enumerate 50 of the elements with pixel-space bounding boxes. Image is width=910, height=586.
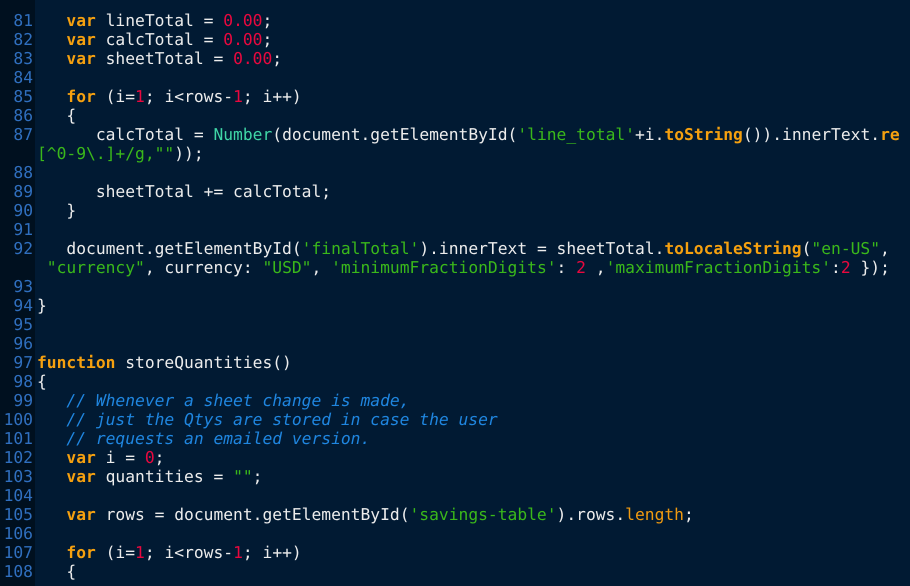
line-number: 83 bbox=[13, 49, 33, 68]
code-line: } bbox=[65, 201, 76, 220]
line-number: 89 bbox=[13, 182, 33, 201]
line-number: 95 bbox=[13, 315, 33, 334]
line-number: 98 bbox=[13, 372, 33, 391]
line-number: 92 bbox=[13, 239, 33, 258]
line-number: 107 bbox=[4, 543, 33, 562]
code-line: var calcTotal = 0.00; bbox=[65, 30, 272, 49]
code-line: var sheetTotal = 0.00; bbox=[65, 49, 282, 68]
code-line: for (i=1; i<rows-1; i++) bbox=[65, 87, 302, 106]
code-line: [^0-9\.]+/g,"")); bbox=[37, 144, 204, 163]
line-number: 103 bbox=[4, 467, 33, 486]
code-line: var lineTotal = 0.00; bbox=[65, 11, 272, 30]
line-number: 94 bbox=[13, 296, 33, 315]
code-line: var quantities = ""; bbox=[65, 467, 262, 486]
code-line: for (i=1; i<rows-1; i++) bbox=[65, 543, 302, 562]
code-line: function storeQuantities() bbox=[37, 353, 292, 372]
line-number: 96 bbox=[13, 334, 33, 353]
code-line: // Whenever a sheet change is made, bbox=[65, 391, 410, 410]
line-number: 99 bbox=[13, 391, 33, 410]
line-number: 88 bbox=[13, 163, 33, 182]
code-line: document.getElementById('finalTotal').innerText = sheetTotal.toLocaleString("en-US", bbox=[65, 239, 890, 258]
line-number: 82 bbox=[13, 30, 33, 49]
code-line: var rows = document.getElementById('savings-table').rows.length; bbox=[65, 505, 694, 524]
line-number: 84 bbox=[13, 68, 33, 87]
line-number: 105 bbox=[4, 505, 33, 524]
line-number: 87 bbox=[13, 125, 33, 144]
line-number: 86 bbox=[13, 106, 33, 125]
line-number: 100 bbox=[4, 410, 33, 429]
line-number: 81 bbox=[13, 11, 33, 30]
line-number: 108 bbox=[4, 562, 33, 581]
code-line: // requests an emailed version. bbox=[65, 429, 370, 448]
code-line: { bbox=[65, 106, 76, 125]
line-number: 106 bbox=[4, 524, 33, 543]
code-line: var i = 0; bbox=[65, 448, 164, 467]
code-line: // just the Qtys are stored in case the user bbox=[65, 410, 498, 429]
code-line: { bbox=[65, 562, 76, 581]
line-number: 104 bbox=[4, 486, 33, 505]
code-line: sheetTotal += calcTotal; bbox=[94, 182, 332, 201]
line-number: 85 bbox=[13, 87, 33, 106]
code-line: } bbox=[37, 296, 47, 315]
line-number: 90 bbox=[13, 201, 33, 220]
code-line: "currency", currency: "USD", 'minimumFractionDigits': 2 ,'maximumFractionDigits':2 }); bbox=[46, 258, 890, 277]
code-line: { bbox=[37, 372, 47, 391]
code-line: calcTotal = Number(document.getElementById('line_total'+i.toString()).innerText.re bbox=[94, 125, 900, 144]
line-number: 93 bbox=[13, 277, 33, 296]
line-number: 91 bbox=[13, 220, 33, 239]
line-number: 101 bbox=[4, 429, 33, 448]
line-number: 97 bbox=[13, 353, 33, 372]
line-number: 102 bbox=[4, 448, 33, 467]
